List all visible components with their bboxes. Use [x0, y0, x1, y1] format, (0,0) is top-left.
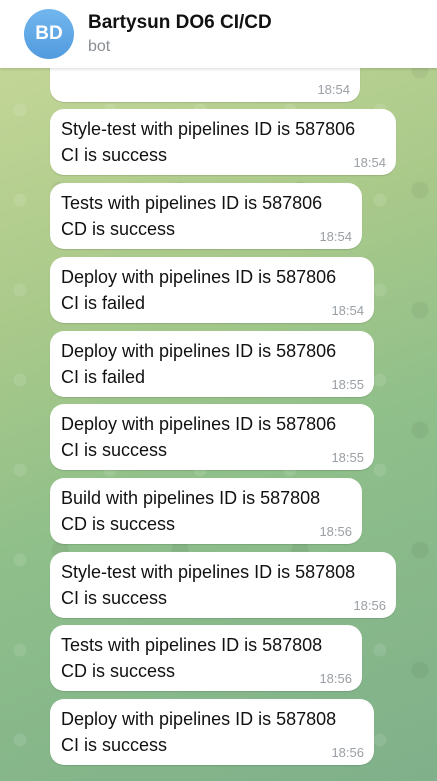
- message-line-1: Deploy with pipelines ID is 587806: [61, 341, 337, 361]
- message-line-2: CI is success: [61, 735, 168, 755]
- message-line-1: Style-test with pipelines ID is 587808: [61, 562, 356, 582]
- message-line-2: CI is success: [61, 145, 168, 165]
- message-line-1: Style-test with pipelines ID is 587806: [61, 119, 356, 139]
- message-bubble[interactable]: Deploy with pipelines ID is 587806 CI is…: [50, 404, 374, 470]
- message-line-1: Deploy with pipelines ID is 587806: [61, 267, 337, 287]
- message-time: 18:56: [319, 524, 352, 539]
- bot-avatar[interactable]: BD: [24, 9, 74, 59]
- message-bubble[interactable]: Tests with pipelines ID is 587808 CD is …: [50, 625, 362, 691]
- message-bubble[interactable]: Tests with pipelines ID is 587806 CD is …: [50, 183, 362, 249]
- chat-title: Bartysun DO6 CI/CD: [88, 12, 272, 33]
- message-line-2: CI is success: [61, 588, 168, 608]
- message-time: 18:56: [353, 598, 386, 613]
- message-time: 18:55: [331, 377, 364, 392]
- message-line-2: CI is failed: [61, 293, 146, 313]
- message-line-2: CD is success: [61, 661, 176, 681]
- message-time: 18:54: [319, 229, 352, 244]
- message-time: 18:56: [319, 671, 352, 686]
- message-list[interactable]: CD is success 18:54 Style-test with pipe…: [0, 0, 437, 781]
- message-time: 18:54: [353, 155, 386, 170]
- message-line-2: CD is success: [61, 219, 176, 239]
- message-bubble[interactable]: Deploy with pipelines ID is 587806 CI is…: [50, 257, 374, 323]
- message-time: 18:54: [317, 82, 350, 97]
- message-line-2: CI is failed: [61, 367, 146, 387]
- chat-header[interactable]: BD Bartysun DO6 CI/CD bot: [0, 0, 437, 68]
- message-line-2: CI is success: [61, 440, 168, 460]
- message-line-1: Tests with pipelines ID is 587808: [61, 635, 323, 655]
- message-time: 18:54: [331, 303, 364, 318]
- message-line-1: Tests with pipelines ID is 587806: [61, 193, 323, 213]
- message-bubble[interactable]: Build with pipelines ID is 587808 CD is …: [50, 478, 362, 544]
- message-bubble[interactable]: Style-test with pipelines ID is 587808 C…: [50, 552, 396, 618]
- message-time: 18:56: [331, 745, 364, 760]
- chat-subtitle: bot: [88, 38, 111, 55]
- message-time: 18:55: [331, 450, 364, 465]
- message-line-1: Deploy with pipelines ID is 587808: [61, 709, 337, 729]
- chat-title-block[interactable]: Bartysun DO6 CI/CD bot: [88, 11, 272, 57]
- message-line-1: Deploy with pipelines ID is 587806: [61, 414, 337, 434]
- message-bubble[interactable]: Style-test with pipelines ID is 587806 C…: [50, 109, 396, 175]
- avatar-initials: BD: [35, 23, 63, 44]
- message-line-2: CD is success: [61, 514, 176, 534]
- message-bubble[interactable]: Deploy with pipelines ID is 587806 CI is…: [50, 331, 374, 397]
- message-bubble[interactable]: Deploy with pipelines ID is 587808 CI is…: [50, 699, 374, 765]
- message-line-1: Build with pipelines ID is 587808: [61, 488, 321, 508]
